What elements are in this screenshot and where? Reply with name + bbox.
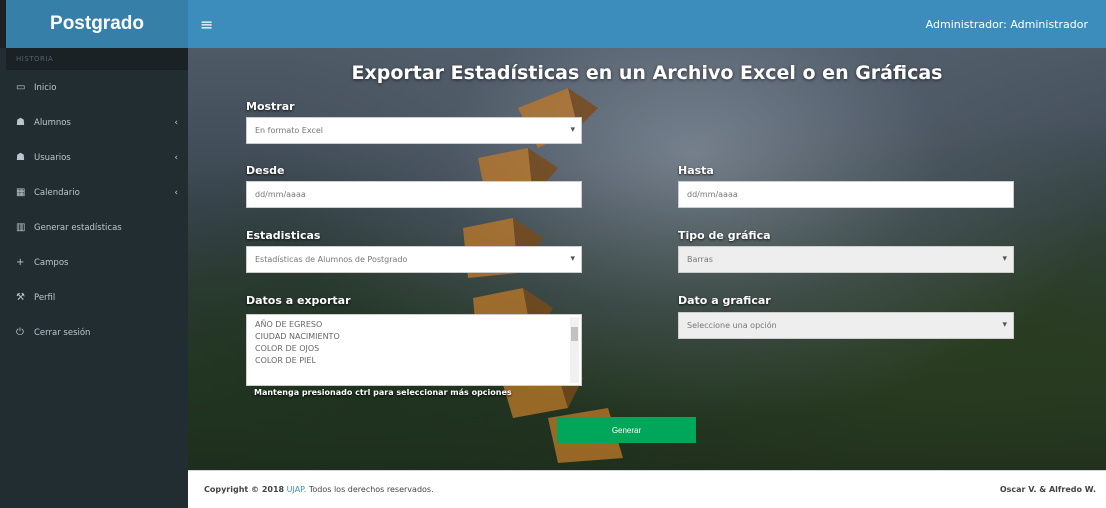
sidebar-item-cerrar-sesion[interactable]: ⏻ Cerrar sesión [6, 315, 188, 350]
sidebar-item-label: Alumnos [34, 117, 71, 128]
datos-exportar-listbox[interactable]: AÑO DE EGRESO CIUDAD NACIMIENTO COLOR DE… [246, 314, 582, 386]
hamburger-icon[interactable]: ≡ [200, 15, 213, 34]
calendar-icon: ▦ [16, 187, 26, 198]
users-icon: ☗ [16, 117, 25, 128]
list-item[interactable]: CIUDAD NACIMIENTO [255, 331, 573, 343]
multiselect-hint: Mantenga presionado ctrl para selecciona… [254, 388, 512, 397]
tipo-grafica-select[interactable]: Barras [678, 246, 1014, 273]
scrollbar-thumb[interactable] [571, 327, 578, 341]
power-icon: ⏻ [16, 327, 24, 338]
tipo-grafica-select-value: Barras [687, 255, 713, 264]
list-item[interactable]: COLOR DE PIEL [255, 355, 573, 367]
chevron-left-icon: ‹ [174, 187, 178, 198]
sidebar-item-perfil[interactable]: ⚒ Perfil [6, 280, 188, 315]
list-item[interactable]: AÑO DE EGRESO [255, 319, 573, 331]
sidebar-item-label: Campos [34, 257, 69, 268]
plus-icon: + [16, 257, 25, 268]
sidebar-item-label: Perfil [34, 292, 56, 303]
page-title: Exportar Estadísticas en un Archivo Exce… [351, 62, 943, 84]
sidebar-item-label: Generar estadísticas [34, 222, 122, 233]
hasta-date-input[interactable]: dd/mm/aaaa [678, 181, 1014, 208]
wrench-icon: ⚒ [16, 292, 25, 303]
sidebar-item-generar-estadisticas[interactable]: ▥ Generar estadísticas [6, 210, 188, 245]
tipo-grafica-label: Tipo de gráfica [678, 229, 771, 242]
footer-brand-link[interactable]: UJAP. [287, 485, 307, 494]
sidebar-section-header: HISTORIA [6, 48, 188, 70]
sidebar-item-usuarios[interactable]: ☗ Usuarios ‹ [6, 140, 188, 175]
sidebar-item-label: Usuarios [34, 152, 71, 163]
sidebar-item-inicio[interactable]: ▭ Inicio [6, 70, 188, 105]
footer-copyright: Copyright © 2018 UJAP. Todos los derecho… [204, 485, 434, 494]
sidebar-item-label: Cerrar sesión [34, 327, 91, 338]
sidebar: HISTORIA ▭ Inicio ☗ Alumnos ‹ ☗ Usuarios… [6, 48, 188, 508]
listbox-scrollbar[interactable] [570, 317, 579, 383]
dato-graficar-select-value: Seleccione una opción [687, 321, 777, 330]
app-logo[interactable]: Postgrado [0, 0, 188, 48]
chevron-left-icon: ‹ [174, 152, 178, 163]
footer-copyright-prefix: Copyright © 2018 [204, 485, 285, 494]
users-icon: ☗ [16, 152, 25, 163]
estadisticas-select-value: Estadísticas de Alumnos de Postgrado [255, 255, 408, 264]
estadisticas-label: Estadisticas [246, 229, 321, 242]
sidebar-item-label: Calendario [34, 187, 80, 198]
monitor-icon: ▭ [16, 82, 26, 93]
desde-placeholder: dd/mm/aaaa [255, 190, 306, 199]
mostrar-label: Mostrar [246, 100, 295, 113]
chevron-left-icon: ‹ [174, 117, 178, 128]
main-content: Exportar Estadísticas en un Archivo Exce… [188, 48, 1106, 470]
hasta-placeholder: dd/mm/aaaa [687, 190, 738, 199]
generate-button[interactable]: Generar [557, 417, 696, 443]
user-menu[interactable]: Administrador: Administrador [926, 18, 1088, 31]
mostrar-select[interactable]: En formato Excel [246, 117, 582, 144]
datos-exportar-label: Datos a exportar [246, 294, 351, 307]
hasta-label: Hasta [678, 164, 714, 177]
footer: Copyright © 2018 UJAP. Todos los derecho… [188, 470, 1106, 508]
sidebar-item-alumnos[interactable]: ☗ Alumnos ‹ [6, 105, 188, 140]
mostrar-select-value: En formato Excel [255, 126, 323, 135]
dato-graficar-label: Dato a graficar [678, 294, 771, 307]
sidebar-item-calendario[interactable]: ▦ Calendario ‹ [6, 175, 188, 210]
footer-rights: Todos los derechos reservados. [308, 485, 434, 494]
dato-graficar-select[interactable]: Seleccione una opción [678, 312, 1014, 339]
footer-authors: Oscar V. & Alfredo W. [999, 485, 1096, 494]
desde-date-input[interactable]: dd/mm/aaaa [246, 181, 582, 208]
sidebar-item-label: Inicio [34, 82, 57, 93]
top-navbar: ≡ Administrador: Administrador [188, 0, 1106, 48]
list-item[interactable]: COLOR DE OJOS [255, 343, 573, 355]
bar-chart-icon: ▥ [16, 222, 26, 233]
background-sculpture [463, 88, 623, 463]
estadisticas-select[interactable]: Estadísticas de Alumnos de Postgrado [246, 246, 582, 273]
desde-label: Desde [246, 164, 285, 177]
sidebar-item-campos[interactable]: + Campos [6, 245, 188, 280]
